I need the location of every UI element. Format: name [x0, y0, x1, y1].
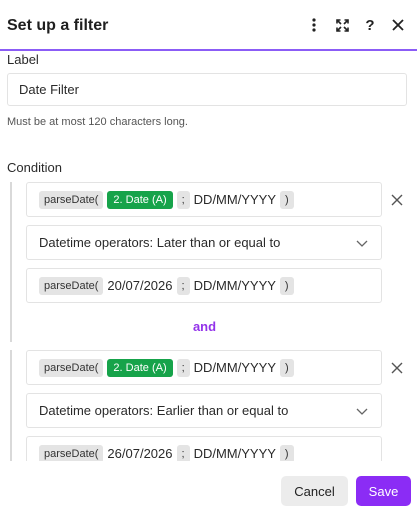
rule-2-right-operand[interactable]: parseDate( 26/07/2026 ; DD/MM/YYYY ) [26, 436, 382, 461]
cancel-button[interactable]: Cancel [281, 476, 348, 506]
function-chip: parseDate( [39, 190, 104, 209]
label-field-label: Label [7, 52, 39, 67]
label-hint: Must be at most 120 characters long. [7, 116, 188, 128]
variable-chip[interactable]: 2. Date (A) [107, 358, 173, 377]
separator-chip: ; [176, 358, 190, 377]
dialog-body[interactable]: Label Date Filter Must be at most 120 ch… [0, 51, 417, 461]
function-chip: parseDate( [39, 276, 104, 295]
chevron-down-icon [356, 408, 368, 415]
condition-group-bar [10, 182, 12, 342]
date-value: 26/07/2026 [107, 446, 173, 461]
and-joiner: and [192, 319, 217, 334]
separator-chip: ; [176, 444, 190, 461]
close-paren-chip: ) [279, 444, 294, 461]
close-paren-chip: ) [280, 190, 294, 209]
separator-chip: ; [176, 190, 190, 209]
condition-label: Condition [7, 160, 62, 175]
separator-chip: ; [176, 276, 190, 295]
close-icon[interactable] [391, 16, 405, 34]
rule-2-left-operand[interactable]: parseDate( 2. Date (A) ; DD/MM/YYYY ) [26, 350, 382, 385]
variable-chip[interactable]: 2. Date (A) [107, 190, 173, 209]
remove-rule-1-icon[interactable] [391, 193, 405, 207]
save-button[interactable]: Save [356, 476, 411, 506]
format-text: DD/MM/YYYY [193, 278, 276, 293]
dialog-header: Set up a filter ? [0, 0, 417, 51]
rule-1-left-operand[interactable]: parseDate( 2. Date (A) ; DD/MM/YYYY ) [26, 182, 382, 217]
operator-value: Datetime operators: Earlier than or equa… [39, 403, 289, 418]
help-icon[interactable]: ? [363, 16, 377, 34]
close-paren-chip: ) [279, 276, 294, 295]
expand-icon[interactable] [335, 16, 349, 34]
header-actions: ? [307, 16, 405, 34]
more-vertical-icon[interactable] [307, 16, 321, 34]
date-value: 20/07/2026 [107, 278, 173, 293]
rule-1-operator-select[interactable]: Datetime operators: Later than or equal … [26, 225, 382, 260]
format-text: DD/MM/YYYY [193, 192, 277, 207]
close-paren-chip: ) [280, 358, 294, 377]
format-text: DD/MM/YYYY [193, 446, 276, 461]
label-input[interactable]: Date Filter [7, 73, 407, 106]
dialog-title: Set up a filter [7, 17, 109, 34]
operator-value: Datetime operators: Later than or equal … [39, 235, 281, 250]
function-chip: parseDate( [39, 444, 104, 461]
function-chip: parseDate( [39, 358, 104, 377]
rule-1-right-operand[interactable]: parseDate( 20/07/2026 ; DD/MM/YYYY ) [26, 268, 382, 303]
condition-group-bar [10, 350, 12, 461]
rule-2-operator-select[interactable]: Datetime operators: Earlier than or equa… [26, 393, 382, 428]
chevron-down-icon [356, 240, 368, 247]
format-text: DD/MM/YYYY [193, 360, 277, 375]
remove-rule-2-icon[interactable] [391, 361, 405, 375]
